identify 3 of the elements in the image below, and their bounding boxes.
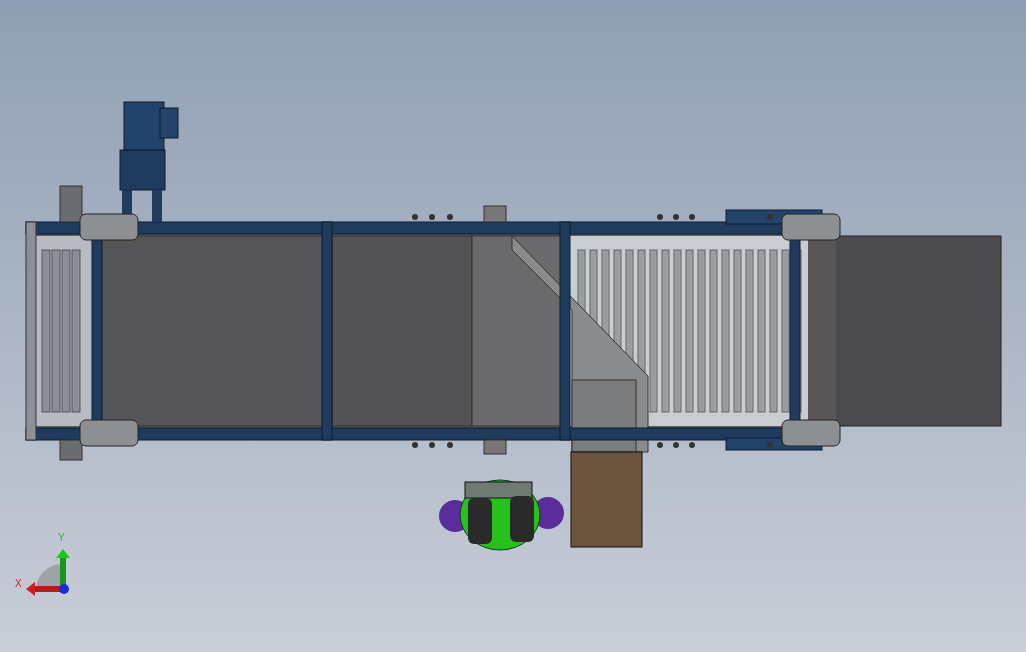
axis-label: Y [58, 532, 65, 543]
axis-label: X [15, 578, 22, 589]
coordinate-triad-icon [26, 549, 70, 596]
